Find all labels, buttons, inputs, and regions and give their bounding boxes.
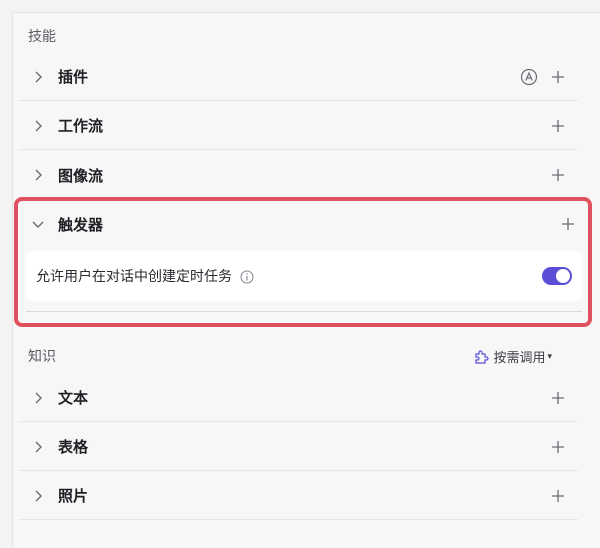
add-photo-plus-icon[interactable] — [550, 488, 566, 504]
chevron-right-icon[interactable] — [32, 71, 44, 83]
puzzle-icon — [475, 349, 489, 364]
knowledge-label-photo: 照片 — [58, 487, 89, 505]
chevron-right-icon[interactable] — [32, 392, 44, 404]
skill-row-imageflow[interactable]: 图像流 — [18, 151, 578, 199]
trigger-highlight-box: 触发器 允许用户在对话中创建定时任务 — [14, 197, 592, 327]
skill-label-plugins: 插件 — [58, 68, 89, 86]
section-title-skills: 技能 — [28, 29, 56, 45]
add-text-plus-icon[interactable] — [550, 390, 566, 406]
chevron-right-icon[interactable] — [32, 120, 44, 132]
chevron-right-icon[interactable] — [32, 169, 44, 181]
add-plugin-plus-icon[interactable] — [550, 69, 566, 85]
scheduled-task-toggle[interactable] — [542, 267, 572, 285]
skill-label-workflow: 工作流 — [58, 117, 104, 135]
skill-row-plugins[interactable]: 插件 — [18, 53, 578, 101]
knowledge-label-table: 表格 — [58, 438, 89, 456]
chevron-down-icon[interactable] — [32, 218, 44, 230]
add-trigger-plus-icon[interactable] — [560, 216, 576, 232]
bot-config-panel: 技能 插件 工作流 图像流 触发器 允许用户在对话中创建定时任务 知识 按需调用… — [12, 12, 600, 548]
ondemand-mode-dropdown[interactable]: 按需调用 ▾ — [473, 347, 552, 366]
trigger-divider — [26, 311, 582, 312]
info-icon[interactable] — [240, 269, 254, 284]
knowledge-label-text: 文本 — [58, 389, 89, 407]
trigger-setting-card: 允许用户在对话中创建定时任务 — [26, 251, 582, 301]
chevron-right-icon[interactable] — [32, 490, 44, 502]
add-table-plus-icon[interactable] — [550, 439, 566, 455]
trigger-setting-text: 允许用户在对话中创建定时任务 — [36, 269, 232, 285]
auto-badge-icon[interactable] — [520, 68, 538, 86]
skill-label-imageflow: 图像流 — [58, 166, 104, 185]
caret-down-icon: ▾ — [547, 351, 552, 362]
add-imageflow-plus-icon[interactable] — [550, 167, 566, 183]
skill-label-trigger: 触发器 — [58, 215, 104, 234]
knowledge-row-table[interactable]: 表格 — [18, 423, 578, 471]
section-title-knowledge: 知识 — [28, 349, 56, 365]
knowledge-row-photo[interactable]: 照片 — [18, 472, 578, 520]
chevron-right-icon[interactable] — [32, 441, 44, 453]
ondemand-mode-label: 按需调用 — [493, 351, 546, 366]
knowledge-row-text[interactable]: 文本 — [18, 374, 578, 422]
toggle-knob — [556, 269, 570, 283]
skill-row-trigger[interactable]: 触发器 — [22, 201, 584, 247]
skill-row-workflow[interactable]: 工作流 — [18, 102, 578, 150]
add-workflow-plus-icon[interactable] — [550, 118, 566, 134]
